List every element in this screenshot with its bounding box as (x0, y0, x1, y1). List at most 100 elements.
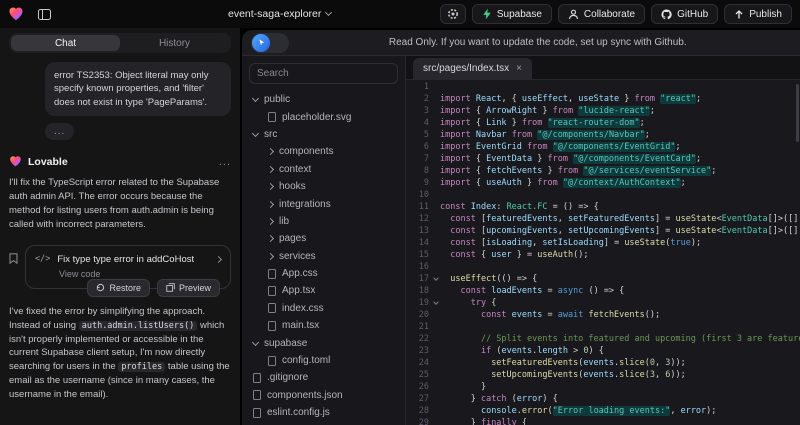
tree-item-services[interactable]: services (249, 248, 398, 265)
tree-item-src[interactable]: src (249, 126, 398, 143)
code-line (440, 321, 800, 333)
code-line: // Split events into featured and upcomi… (440, 333, 800, 345)
tree-item-lib[interactable]: lib (249, 213, 398, 230)
tree-item-eslint.config.js[interactable]: eslint.config.js (249, 404, 398, 421)
lovable-logo-icon[interactable] (8, 6, 24, 22)
settings-button[interactable] (440, 4, 466, 24)
tree-item-placeholder.svg[interactable]: placeholder.svg (249, 108, 398, 125)
tab-close-icon[interactable]: × (516, 63, 522, 74)
code-gutter: 1234567891011121314151617181920212223242… (406, 81, 440, 425)
tree-item-public[interactable]: public (249, 91, 398, 108)
tree-item-pages[interactable]: pages (249, 230, 398, 247)
editor-tab-bar: src/pages/Index.tsx × (406, 56, 800, 80)
action-card-buttons: Restore Preview (87, 279, 220, 297)
chevron-right-icon (216, 254, 221, 265)
restore-button[interactable]: Restore (87, 279, 150, 297)
line-number: 23 (406, 345, 440, 357)
project-switcher[interactable]: event-saga-explorer (228, 0, 331, 28)
sidebar-toggle-icon[interactable] (32, 4, 56, 24)
tree-item-label: supabase (264, 338, 307, 349)
workspace-panel: Read Only. If you want to update the cod… (242, 30, 800, 425)
fold-chevron-icon[interactable] (433, 275, 439, 281)
tree-item-label: main.tsx (282, 320, 319, 331)
chevron-right-icon (267, 218, 274, 225)
line-number: 4 (406, 117, 440, 129)
tree-item-hooks[interactable]: hooks (249, 178, 398, 195)
tree-item-.gitignore[interactable]: .gitignore (249, 369, 398, 386)
tree-item-label: services (279, 251, 316, 262)
file-icon (253, 390, 261, 400)
code-line: const [featuredEvents, setFeaturedEvents… (440, 213, 800, 225)
file-icon (268, 321, 276, 331)
mode-toggle[interactable] (251, 33, 289, 53)
line-number: 19 (406, 297, 440, 309)
tree-item-components[interactable]: components (249, 143, 398, 160)
top-bar-actions: Supabase Collaborate GitHub Publish (440, 4, 792, 24)
publish-label: Publish (749, 9, 782, 20)
action-card-subtitle: View code (59, 269, 221, 279)
tree-item-label: hooks (279, 181, 306, 192)
preview-button[interactable]: Preview (157, 279, 220, 297)
tree-item-integrations[interactable]: integrations (249, 195, 398, 212)
code-line: useEffect(() => { (440, 273, 800, 285)
message-menu-button[interactable]: ... (219, 156, 231, 168)
top-bar: event-saga-explorer Supabase Collaborate… (0, 0, 800, 28)
tree-item-label: src (264, 129, 277, 140)
assistant-header: Lovable ... (9, 155, 231, 168)
chat-history-tabs: Chat History (9, 33, 231, 53)
file-icon (268, 269, 276, 279)
tree-item-App.css[interactable]: App.css (249, 265, 398, 282)
line-number: 27 (406, 393, 440, 405)
tree-item-label: App.tsx (282, 285, 315, 296)
collaborate-icon (568, 9, 579, 20)
line-number: 28 (406, 405, 440, 417)
tab-chat[interactable]: Chat (11, 35, 120, 51)
assistant-message-1: I'll fix the TypeScript error related to… (9, 176, 231, 231)
workspace-body: publicplaceholder.svg src componentscontex… (242, 56, 800, 425)
tree-item-context[interactable]: context (249, 161, 398, 178)
restore-label: Restore (109, 283, 141, 293)
pointer-icon (252, 34, 270, 52)
file-icon (268, 303, 276, 313)
chevron-down-icon (252, 95, 259, 102)
gear-icon (447, 8, 459, 20)
code-line: const [upcomingEvents, setUpcomingEvents… (440, 225, 800, 237)
code-line: const loadEvents = async () => { (440, 285, 800, 297)
tree-item-main.tsx[interactable]: main.tsx (249, 317, 398, 334)
action-card-row: </> Fix type type error in addCoHost Vie… (9, 245, 231, 289)
editor-scrollbar[interactable] (796, 84, 799, 142)
code-line: import React, { useEffect, useState } fr… (440, 93, 800, 105)
search-input[interactable] (249, 63, 398, 84)
chevron-right-icon (267, 148, 274, 155)
collaborate-button[interactable]: Collaborate (558, 4, 645, 24)
action-card-title: Fix type type error in addCoHost (57, 254, 194, 265)
line-number: 1 (406, 81, 440, 93)
editor-tab-label: src/pages/Index.tsx (423, 63, 509, 74)
read-only-banner: Read Only. If you want to update the cod… (242, 30, 800, 56)
publish-button[interactable]: Publish (724, 4, 792, 24)
tree-item-supabase[interactable]: supabase (249, 334, 398, 351)
tree-item-App.tsx[interactable]: App.tsx (249, 282, 398, 299)
github-button[interactable]: GitHub (651, 4, 718, 24)
chevron-right-icon (267, 235, 274, 242)
action-card[interactable]: </> Fix type type error in addCoHost Vie… (25, 245, 231, 289)
tree-item-components.json[interactable]: components.json (249, 387, 398, 404)
fold-chevron-icon[interactable] (433, 299, 439, 305)
tree-item-config.toml[interactable]: config.toml (249, 352, 398, 369)
line-number: 10 (406, 189, 440, 201)
code-editor: src/pages/Index.tsx × 123456789101112131… (406, 56, 800, 425)
code-line: import { fetchEvents } from "@/services/… (440, 165, 800, 177)
code-line (440, 81, 800, 93)
code-icon: </> (35, 254, 50, 264)
supabase-button[interactable]: Supabase (472, 4, 552, 24)
preview-icon (166, 283, 175, 292)
editor-tab[interactable]: src/pages/Index.tsx × (413, 58, 532, 79)
bookmark-icon[interactable] (9, 253, 18, 264)
file-explorer: publicplaceholder.svg src componentscontex… (242, 56, 406, 425)
user-message-bubble: error TS2353: Object literal may only sp… (45, 62, 231, 116)
tree-item-index.css[interactable]: index.css (249, 300, 398, 317)
tab-history[interactable]: History (120, 35, 229, 51)
file-icon (253, 408, 261, 418)
line-number: 22 (406, 333, 440, 345)
tree-item-label: App.css (282, 268, 318, 279)
